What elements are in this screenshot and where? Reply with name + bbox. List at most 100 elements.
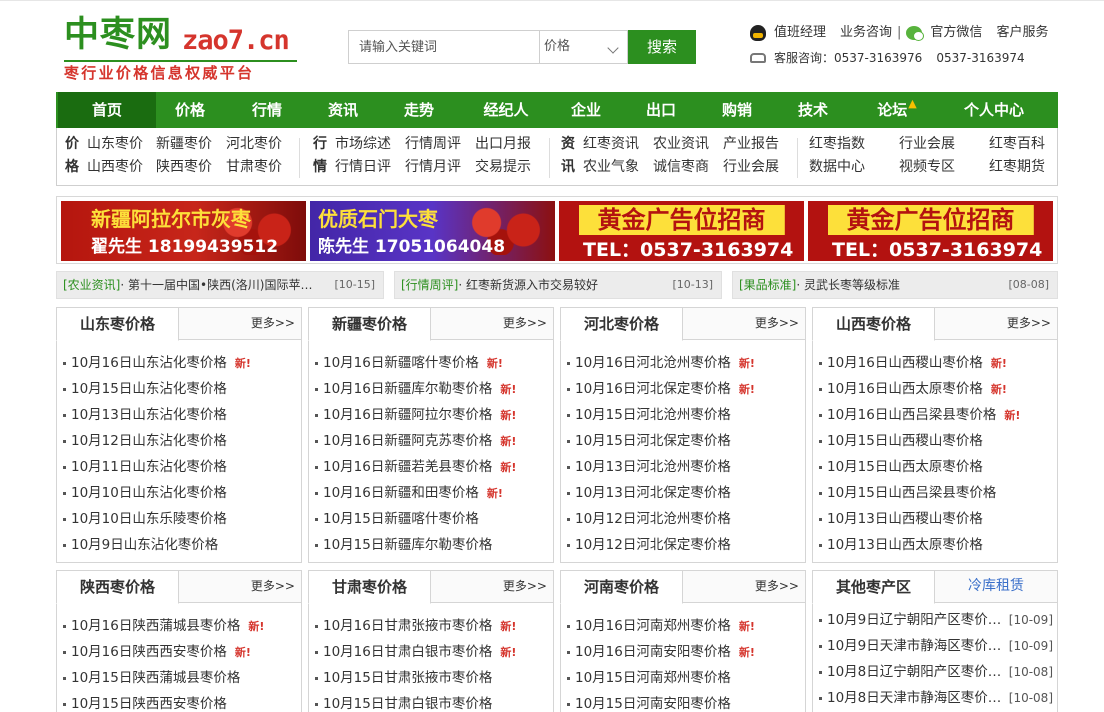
subnav-link[interactable]: 交易提示 — [475, 156, 531, 179]
list-item[interactable]: 10月15日甘肃张掖市枣价格 — [309, 665, 553, 691]
subnav-link[interactable]: 产业报告 — [723, 133, 779, 156]
list-item[interactable]: 10月16日河南安阳枣价格 新! — [561, 639, 805, 665]
list-item-title[interactable]: 10月8日辽宁朝阳产区枣价… — [827, 664, 1001, 680]
subnav-link[interactable]: 行业会展 — [899, 133, 955, 156]
subnav-link[interactable]: 行情月评 — [405, 156, 461, 179]
list-item[interactable]: 10月15日陕西蒲城县枣价格 — [57, 665, 301, 691]
list-item-title[interactable]: 10月15日山西吕梁县枣价格 — [827, 485, 996, 501]
subnav-link[interactable]: 红枣百科 — [989, 133, 1045, 156]
list-item-title[interactable]: 10月15日河南安阳枣价格 — [575, 696, 731, 712]
list-item[interactable]: 10月16日陕西蒲城县枣价格 新! — [57, 613, 301, 639]
list-item-title[interactable]: 10月12日山东沾化枣价格 — [71, 433, 227, 449]
list-item[interactable]: 10月10日山东乐陵枣价格 — [57, 506, 301, 532]
list-item[interactable]: 10月13日山西稷山枣价格 — [813, 506, 1057, 532]
subnav-link[interactable]: 新疆枣价 — [156, 133, 212, 156]
list-item[interactable]: 10月16日新疆阿克苏枣价格 新! — [309, 428, 553, 454]
list-item-title[interactable]: 10月16日新疆阿拉尔枣价格 — [323, 407, 492, 423]
list-item-title[interactable]: 10月13日河北保定枣价格 — [575, 485, 731, 501]
list-item[interactable]: 10月13日山西太原枣价格 — [813, 532, 1057, 558]
search-category-select[interactable]: 价格 — [539, 30, 628, 64]
list-item-title[interactable]: 10月16日甘肃张掖市枣价格 — [323, 618, 492, 634]
list-item[interactable]: 10月15日山东沾化枣价格 — [57, 376, 301, 402]
list-item[interactable]: 10月12日河北沧州枣价格 — [561, 506, 805, 532]
list-item[interactable]: 10月16日新疆和田枣价格 新! — [309, 480, 553, 506]
nav-item-trend[interactable]: 走势 — [386, 92, 452, 128]
business-link[interactable]: 业务咨询 — [840, 24, 892, 42]
list-item-title[interactable]: 10月15日山西稷山枣价格 — [827, 433, 983, 449]
list-item[interactable]: 10月15日新疆喀什枣价格 — [309, 506, 553, 532]
panel-title[interactable]: 新疆枣价格 — [308, 307, 431, 341]
list-item-title[interactable]: 10月15日河北保定枣价格 — [575, 433, 731, 449]
list-item[interactable]: 10月15日河北沧州枣价格 — [561, 402, 805, 428]
list-item-title[interactable]: 10月15日新疆喀什枣价格 — [323, 511, 479, 527]
list-item-title[interactable]: 10月16日山西吕梁县枣价格 — [827, 407, 996, 423]
site-logo[interactable]: 中枣网 zao7.cn 枣行业价格信息权威平台 — [64, 12, 304, 82]
list-item-title[interactable]: 10月13日山东沾化枣价格 — [71, 407, 227, 423]
list-item[interactable]: 10月16日山西太原枣价格 新! — [813, 376, 1057, 402]
search-input[interactable] — [348, 30, 540, 64]
subnav-link[interactable]: 视频专区 — [899, 156, 955, 179]
subnav-link[interactable]: 陕西枣价 — [156, 156, 212, 179]
list-item[interactable]: 10月16日甘肃白银市枣价格 新! — [309, 639, 553, 665]
list-item-title[interactable]: 10月12日河北沧州枣价格 — [575, 511, 731, 527]
subnav-link[interactable]: 河北枣价 — [226, 133, 282, 156]
list-item-title[interactable]: 10月9日山东沾化枣价格 — [71, 537, 218, 553]
subnav-link[interactable]: 红枣期货 — [989, 156, 1045, 179]
list-item[interactable]: 10月16日河北沧州枣价格 新! — [561, 350, 805, 376]
tab-cold-storage[interactable]: 冷库租赁 — [935, 571, 1057, 603]
panel-title[interactable]: 山东枣价格 — [56, 307, 179, 341]
list-item-title[interactable]: 10月13日山西太原枣价格 — [827, 537, 983, 553]
list-item-title[interactable]: 10月16日陕西蒲城县枣价格 — [71, 618, 240, 634]
list-item-title[interactable]: 10月16日新疆喀什枣价格 — [323, 355, 479, 371]
news-title[interactable]: · 红枣新货源入市交易较好 — [458, 278, 598, 292]
more-link[interactable]: 更多>> — [503, 571, 547, 601]
list-item[interactable]: 10月16日新疆喀什枣价格 新! — [309, 350, 553, 376]
nav-item-broker[interactable]: 经纪人 — [466, 92, 546, 128]
subnav-link[interactable]: 诚信枣商 — [653, 156, 709, 179]
list-item-title[interactable]: 10月13日山西稷山枣价格 — [827, 511, 983, 527]
list-item-title[interactable]: 10月16日新疆库尔勒枣价格 — [323, 381, 492, 397]
list-item-title[interactable]: 10月15日新疆库尔勒枣价格 — [323, 537, 492, 553]
list-item-title[interactable]: 10月15日山西太原枣价格 — [827, 459, 983, 475]
list-item[interactable]: 10月16日河南郑州枣价格 新! — [561, 613, 805, 639]
duty-manager-link[interactable]: 值班经理 — [774, 24, 826, 42]
more-link[interactable]: 更多>> — [755, 571, 799, 601]
panel-title[interactable]: 河南枣价格 — [560, 570, 683, 604]
list-item-title[interactable]: 10月16日河北沧州枣价格 — [575, 355, 731, 371]
more-link[interactable]: 更多>> — [251, 571, 295, 601]
list-item[interactable]: 10月15日山西稷山枣价格 — [813, 428, 1057, 454]
news-title[interactable]: · 第十一届中国•陕西(洛川)国际苹… — [120, 278, 312, 292]
nav-item-company[interactable]: 企业 — [553, 92, 619, 128]
nav-item-price[interactable]: 价格 — [156, 92, 224, 128]
list-item[interactable]: 10月11日山东沾化枣价格 — [57, 454, 301, 480]
list-item[interactable]: 10月9日天津市静海区枣价… [10-09] — [813, 633, 1057, 659]
list-item-title[interactable]: 10月15日陕西蒲城县枣价格 — [71, 670, 240, 686]
list-item[interactable]: 10月16日甘肃张掖市枣价格 新! — [309, 613, 553, 639]
news-ticker-item[interactable]: [果品标准]· 灵武长枣等级标准 [08-08] — [732, 271, 1058, 299]
search-button[interactable]: 搜索 — [628, 30, 696, 64]
list-item-title[interactable]: 10月15日甘肃张掖市枣价格 — [323, 670, 492, 686]
list-item-title[interactable]: 10月15日河北沧州枣价格 — [575, 407, 731, 423]
nav-item-trade[interactable]: 购销 — [704, 92, 770, 128]
list-item-title[interactable]: 10月16日山西稷山枣价格 — [827, 355, 983, 371]
list-item-title[interactable]: 10月9日天津市静海区枣价… — [827, 638, 1001, 654]
list-item-title[interactable]: 10月16日河北保定枣价格 — [575, 381, 731, 397]
list-item[interactable]: 10月16日山东沾化枣价格 新! — [57, 350, 301, 376]
news-ticker-item[interactable]: [行情周评]· 红枣新货源入市交易较好 [10-13] — [394, 271, 722, 299]
panel-title[interactable]: 陕西枣价格 — [56, 570, 179, 604]
subnav-link[interactable]: 行情周评 — [405, 133, 461, 156]
subnav-link[interactable]: 山西枣价 — [87, 156, 143, 179]
list-item[interactable]: 10月16日山西吕梁县枣价格 新! — [813, 402, 1057, 428]
more-link[interactable]: 更多>> — [251, 308, 295, 338]
list-item-title[interactable]: 10月16日山东沾化枣价格 — [71, 355, 227, 371]
subnav-link[interactable]: 红枣指数 — [809, 133, 865, 156]
list-item[interactable]: 10月12日河北保定枣价格 — [561, 532, 805, 558]
list-item[interactable]: 10月16日河北保定枣价格 新! — [561, 376, 805, 402]
list-item[interactable]: 10月15日新疆库尔勒枣价格 — [309, 532, 553, 558]
more-link[interactable]: 更多>> — [1007, 308, 1051, 338]
ad-banner[interactable]: 黄金广告位招商 TEL：0537-3163974 — [808, 201, 1053, 261]
list-item-title[interactable]: 10月15日山东沾化枣价格 — [71, 381, 227, 397]
list-item[interactable]: 10月16日山西稷山枣价格 新! — [813, 350, 1057, 376]
list-item[interactable]: 10月15日甘肃白银市枣价格 — [309, 691, 553, 712]
ad-banner[interactable]: 新疆阿拉尔市灰枣 翟先生 18199439512 — [61, 201, 306, 261]
